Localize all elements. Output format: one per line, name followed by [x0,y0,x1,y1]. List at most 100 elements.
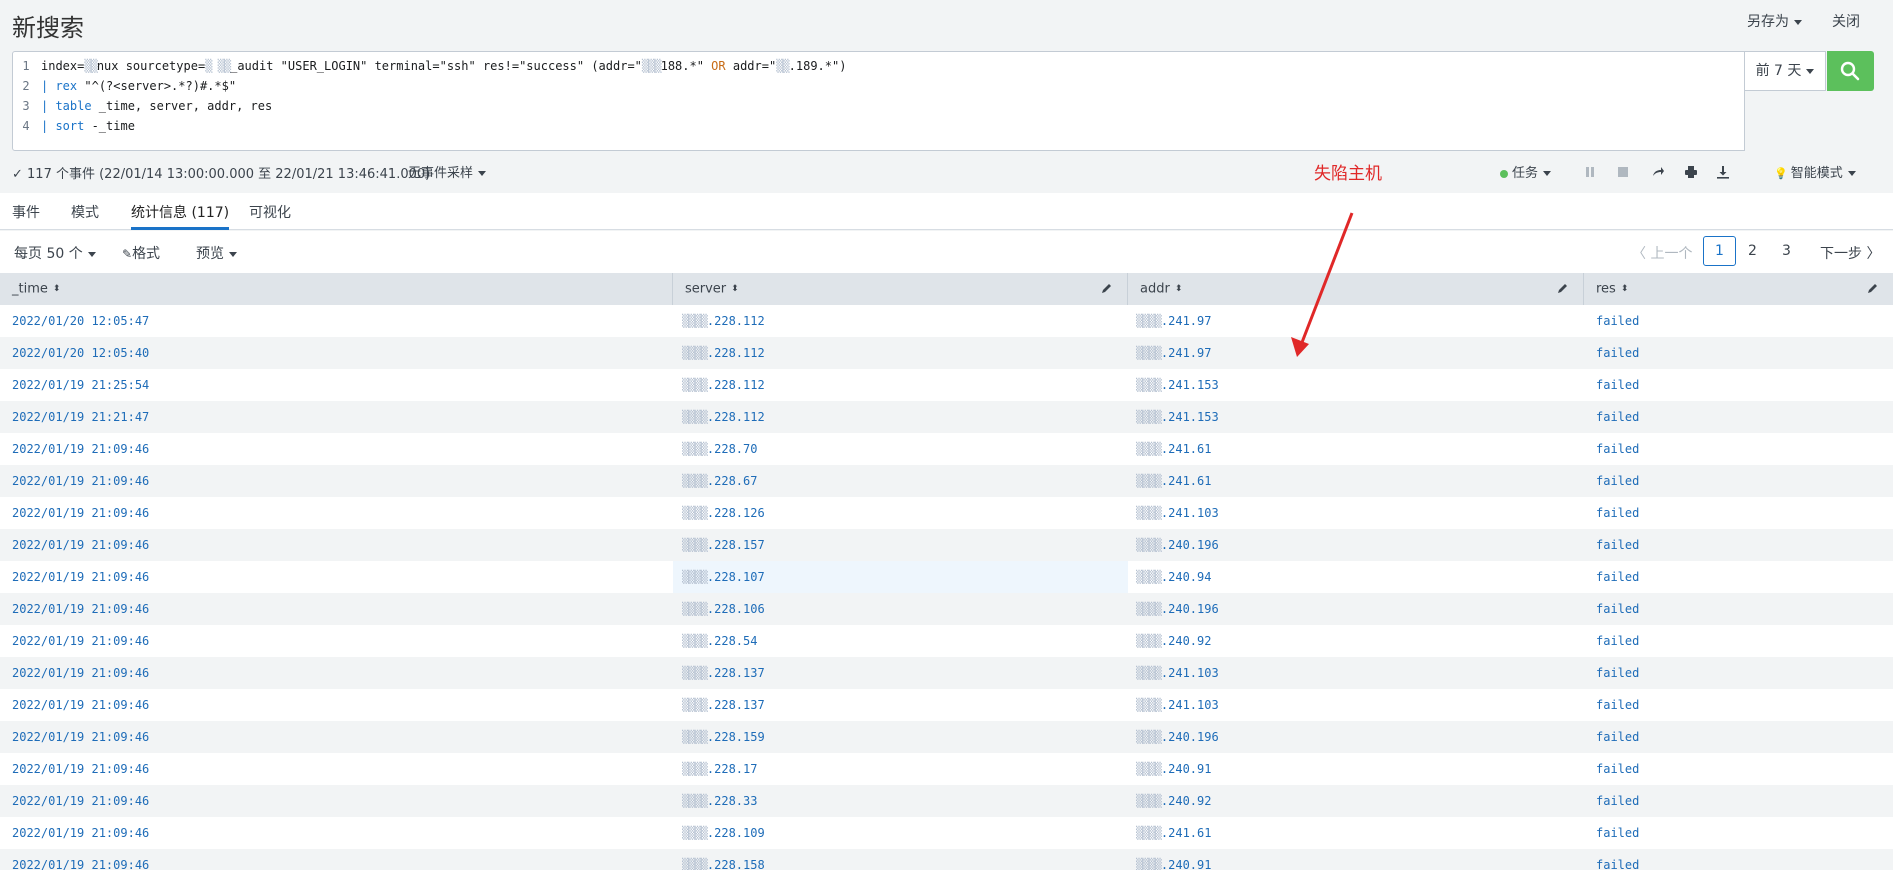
tab-statistics[interactable]: 统计信息 (117) [131,202,230,230]
cell-server[interactable]: ▒▒▒▒.228.137 [682,657,765,689]
edit-column-icon[interactable] [1101,282,1113,294]
cell-addr[interactable]: ▒▒▒▒.241.153 [1136,401,1219,433]
cell-time[interactable]: 2022/01/19 21:09:46 [12,817,149,849]
table-row[interactable]: 2022/01/20 12:05:40 ▒▒▒▒.228.112 ▒▒▒▒.241.… [0,337,1893,369]
cell-time[interactable]: 2022/01/19 21:09:46 [12,849,149,870]
table-row[interactable]: 2022/01/19 21:09:46 ▒▒▒▒.228.159 ▒▒▒▒.240.… [0,721,1893,753]
search-query-editor[interactable]: 1 index=▒▒nux sourcetype=▒ ▒▒_audit "USER… [12,51,1745,151]
cell-time[interactable]: 2022/01/19 21:09:46 [12,657,149,689]
edit-column-icon[interactable] [1867,282,1879,294]
cell-addr[interactable]: ▒▒▒▒.240.91 [1136,753,1211,785]
cell-server[interactable]: ▒▒▒▒.228.33 [682,785,757,817]
cell-addr[interactable]: ▒▒▒▒.241.61 [1136,465,1211,497]
format-button[interactable]: ✎格式 [122,243,160,263]
table-row[interactable]: 2022/01/19 21:09:46 ▒▒▒▒.228.157 ▒▒▒▒.240.… [0,529,1893,561]
cell-server[interactable]: ▒▒▒▒.228.17 [682,753,757,785]
cell-server[interactable]: ▒▒▒▒.228.70 [682,433,757,465]
pager-next-button[interactable]: 下一步 〉 [1820,243,1880,263]
export-icon[interactable] [1716,165,1730,179]
event-sampling-dropdown[interactable]: 无事件采样 [408,162,487,181]
cell-res[interactable]: failed [1596,529,1639,561]
table-row[interactable]: 2022/01/19 21:09:46 ▒▒▒▒.228.137 ▒▒▒▒.241.… [0,657,1893,689]
cell-time[interactable]: 2022/01/19 21:09:46 [12,465,149,497]
cell-res[interactable]: failed [1596,625,1639,657]
cell-res[interactable]: failed [1596,593,1639,625]
preview-dropdown[interactable]: 预览 [196,243,237,263]
cell-res[interactable]: failed [1596,561,1639,593]
cell-res[interactable]: failed [1596,305,1639,337]
cell-time[interactable]: 2022/01/19 21:09:46 [12,593,149,625]
cell-server[interactable]: ▒▒▒▒.228.54 [682,625,757,657]
cell-server[interactable]: ▒▒▒▒.228.67 [682,465,757,497]
table-row[interactable]: 2022/01/19 21:25:54 ▒▒▒▒.228.112 ▒▒▒▒.241.… [0,369,1893,401]
cell-server[interactable]: ▒▒▒▒.228.106 [682,593,765,625]
time-range-picker[interactable]: 前 7 天 [1745,51,1826,91]
cell-addr[interactable]: ▒▒▒▒.240.196 [1136,593,1219,625]
cell-addr[interactable]: ▒▒▒▒.240.92 [1136,625,1211,657]
cell-res[interactable]: failed [1596,337,1639,369]
cell-server[interactable]: ▒▒▒▒.228.137 [682,689,765,721]
table-row[interactable]: 2022/01/19 21:09:46 ▒▒▒▒.228.70 ▒▒▒▒.241.6… [0,433,1893,465]
pager-page-1[interactable]: 1 [1703,236,1736,266]
tab-events[interactable]: 事件 [12,202,40,230]
stop-icon[interactable] [1616,165,1630,179]
job-menu-button[interactable]: 任务 [1500,162,1552,181]
cell-time[interactable]: 2022/01/19 21:09:46 [12,529,149,561]
pager-prev-button[interactable]: 〈 上一个 [1632,243,1692,263]
cell-server[interactable]: ▒▒▒▒.228.126 [682,497,765,529]
column-header-server[interactable]: server ⬍ [673,273,1128,305]
cell-res[interactable]: failed [1596,433,1639,465]
print-icon[interactable] [1684,165,1698,179]
cell-res[interactable]: failed [1596,753,1639,785]
cell-time[interactable]: 2022/01/19 21:25:54 [12,369,149,401]
cell-server[interactable]: ▒▒▒▒.228.109 [682,817,765,849]
cell-addr[interactable]: ▒▒▒▒.240.92 [1136,785,1211,817]
cell-addr[interactable]: ▒▒▒▒.240.94 [1136,561,1211,593]
cell-res[interactable]: failed [1596,369,1639,401]
table-row[interactable]: 2022/01/19 21:09:46 ▒▒▒▒.228.126 ▒▒▒▒.241.… [0,497,1893,529]
cell-time[interactable]: 2022/01/20 12:05:40 [12,337,149,369]
cell-addr[interactable]: ▒▒▒▒.241.97 [1136,305,1211,337]
cell-addr[interactable]: ▒▒▒▒.241.153 [1136,369,1219,401]
pause-icon[interactable] [1583,165,1597,179]
cell-server[interactable]: ▒▒▒▒.228.107 [682,561,765,593]
table-row[interactable]: 2022/01/19 21:09:46 ▒▒▒▒.228.17 ▒▒▒▒.240.9… [0,753,1893,785]
cell-time[interactable]: 2022/01/19 21:09:46 [12,561,149,593]
cell-addr[interactable]: ▒▒▒▒.241.61 [1136,817,1211,849]
close-button[interactable]: 关闭 [1832,11,1860,31]
table-row[interactable]: 2022/01/19 21:09:46 ▒▒▒▒.228.33 ▒▒▒▒.240.9… [0,785,1893,817]
column-header-res[interactable]: res ⬍ [1584,273,1893,305]
cell-addr[interactable]: ▒▒▒▒.240.196 [1136,721,1219,753]
cell-res[interactable]: failed [1596,721,1639,753]
cell-res[interactable]: failed [1596,785,1639,817]
cell-res[interactable]: failed [1596,497,1639,529]
cell-addr[interactable]: ▒▒▒▒.241.103 [1136,497,1219,529]
cell-server[interactable]: ▒▒▒▒.228.159 [682,721,765,753]
cell-res[interactable]: failed [1596,657,1639,689]
cell-server[interactable]: ▒▒▒▒.228.112 [682,337,765,369]
cell-server[interactable]: ▒▒▒▒.228.157 [682,529,765,561]
table-row[interactable]: 2022/01/20 12:05:47 ▒▒▒▒.228.112 ▒▒▒▒.241.… [0,305,1893,337]
table-row[interactable]: 2022/01/19 21:09:46 ▒▒▒▒.228.106 ▒▒▒▒.240.… [0,593,1893,625]
cell-addr[interactable]: ▒▒▒▒.240.91 [1136,849,1211,870]
cell-time[interactable]: 2022/01/19 21:21:47 [12,401,149,433]
share-icon[interactable] [1651,165,1665,179]
cell-res[interactable]: failed [1596,465,1639,497]
cell-server[interactable]: ▒▒▒▒.228.112 [682,401,765,433]
column-header-time[interactable]: _time ⬍ [0,273,673,305]
cell-time[interactable]: 2022/01/19 21:09:46 [12,433,149,465]
cell-addr[interactable]: ▒▒▒▒.240.196 [1136,529,1219,561]
cell-addr[interactable]: ▒▒▒▒.241.61 [1136,433,1211,465]
per-page-dropdown[interactable]: 每页 50 个 [14,243,96,263]
cell-server[interactable]: ▒▒▒▒.228.112 [682,305,765,337]
cell-server[interactable]: ▒▒▒▒.228.158 [682,849,765,870]
cell-res[interactable]: failed [1596,849,1639,870]
cell-time[interactable]: 2022/01/19 21:09:46 [12,497,149,529]
edit-column-icon[interactable] [1557,282,1569,294]
table-row[interactable]: 2022/01/19 21:09:46 ▒▒▒▒.228.54 ▒▒▒▒.240.9… [0,625,1893,657]
cell-addr[interactable]: ▒▒▒▒.241.103 [1136,657,1219,689]
column-header-addr[interactable]: addr ⬍ [1128,273,1584,305]
search-mode-button[interactable]: 💡 智能模式 [1774,162,1856,181]
cell-time[interactable]: 2022/01/19 21:09:46 [12,625,149,657]
table-row[interactable]: 2022/01/19 21:09:46 ▒▒▒▒.228.67 ▒▒▒▒.241.6… [0,465,1893,497]
